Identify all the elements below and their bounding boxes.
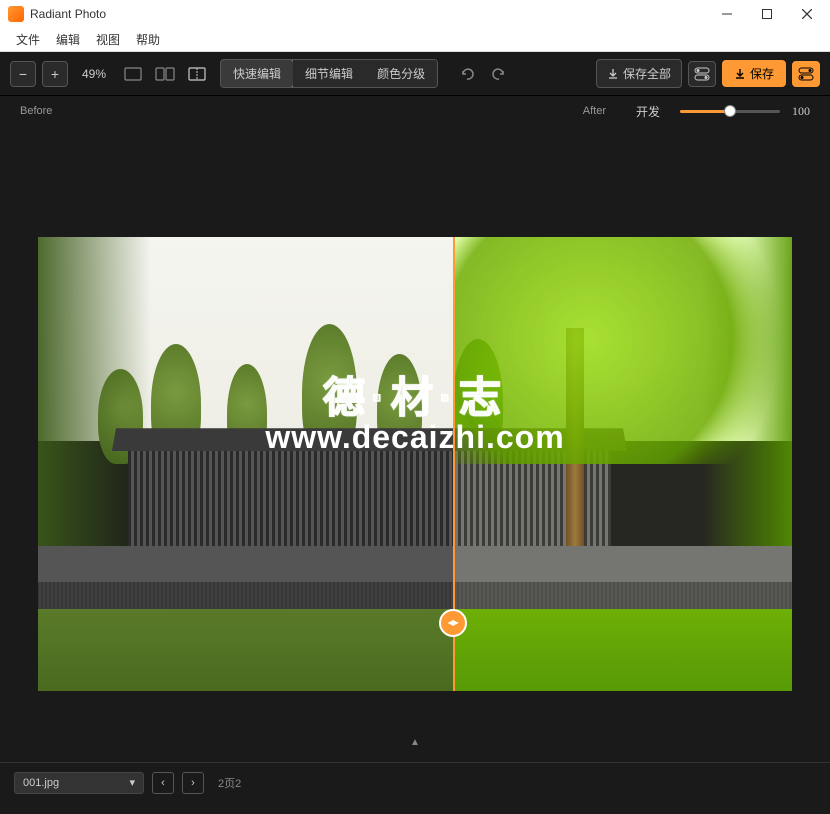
save-label: 保存 [750, 65, 774, 82]
current-filename: 001.jpg [23, 777, 59, 789]
compare-handle[interactable] [439, 609, 467, 637]
prev-image-button[interactable]: ‹ [152, 772, 174, 794]
maximize-button[interactable] [756, 3, 778, 25]
zoom-in-button[interactable]: + [42, 61, 68, 87]
canvas-area: 德·材·志 www.decaizhi.com ▲ [0, 126, 830, 762]
app-title: Radiant Photo [30, 7, 716, 21]
next-image-button[interactable]: › [182, 772, 204, 794]
menu-help[interactable]: 帮助 [128, 31, 168, 48]
bottombar: 001.jpg ▾ ‹ › 2页2 [0, 762, 830, 802]
save-button[interactable]: 保存 [722, 60, 786, 87]
develop-slider[interactable] [680, 110, 780, 113]
page-indicator: 2页2 [218, 775, 241, 791]
close-button[interactable] [796, 3, 818, 25]
save-all-label: 保存全部 [623, 65, 671, 82]
tab-detail-edit[interactable]: 细节编辑 [293, 60, 365, 87]
chevron-down-icon: ▾ [129, 776, 135, 789]
window-controls [716, 3, 818, 25]
menu-edit[interactable]: 编辑 [48, 31, 88, 48]
slider-thumb[interactable] [724, 105, 736, 117]
download-icon [734, 68, 746, 80]
view-split-icon[interactable] [152, 61, 178, 87]
menubar: 文件 编辑 视图 帮助 [0, 28, 830, 52]
before-label: Before [20, 105, 583, 117]
toolbar: − + 49% 快速编辑 细节编辑 颜色分级 保存全部 保存 [0, 52, 830, 96]
after-label: After [583, 105, 606, 117]
undo-icon[interactable] [454, 61, 480, 87]
download-icon [607, 68, 619, 80]
save-all-button[interactable]: 保存全部 [596, 59, 682, 88]
tab-color-grading[interactable]: 颜色分级 [365, 60, 437, 87]
zoom-out-button[interactable]: − [10, 61, 36, 87]
zoom-level: 49% [74, 67, 114, 81]
app-icon [8, 6, 24, 22]
preview-image[interactable]: 德·材·志 www.decaizhi.com [38, 237, 792, 691]
edit-mode-tabs: 快速编辑 细节编辑 颜色分级 [220, 59, 438, 88]
settings-toggle-button[interactable] [792, 61, 820, 87]
watermark-text-1: 德·材·志 [323, 364, 507, 425]
compare-bar: Before After 开发 100 [0, 96, 830, 126]
minimize-button[interactable] [716, 3, 738, 25]
menu-view[interactable]: 视图 [88, 31, 128, 48]
titlebar: Radiant Photo [0, 0, 830, 28]
view-compare-icon[interactable] [184, 61, 210, 87]
redo-icon[interactable] [486, 61, 512, 87]
tab-quick-edit[interactable]: 快速编辑 [220, 59, 294, 88]
develop-label: 开发 [636, 103, 660, 120]
menu-file[interactable]: 文件 [8, 31, 48, 48]
slider-fill [680, 110, 730, 113]
develop-value: 100 [792, 104, 810, 119]
file-selector[interactable]: 001.jpg ▾ [14, 772, 144, 794]
expand-filmstrip-icon[interactable]: ▲ [410, 737, 420, 748]
panel-toggle-button[interactable] [688, 61, 716, 87]
watermark-text-2: www.decaizhi.com [265, 419, 564, 456]
view-single-icon[interactable] [120, 61, 146, 87]
